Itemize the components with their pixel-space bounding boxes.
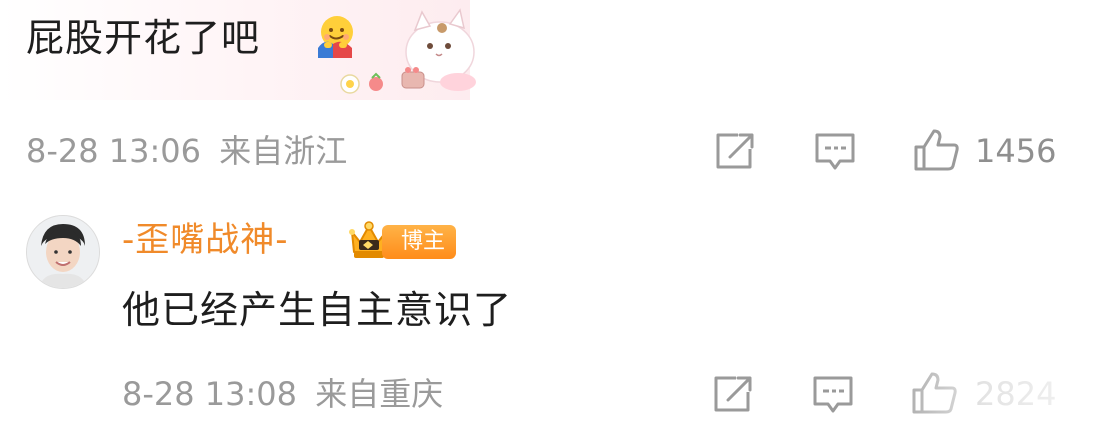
reply-time-location: 8-28 13:08 来自重庆 [122,374,443,414]
comment-time: 8-28 13:06 [26,132,202,170]
comment-icon[interactable] [812,131,858,171]
comment-icon[interactable] [810,374,856,414]
blogger-badge: 博主 [382,225,456,259]
share-icon[interactable] [710,374,754,414]
white-cat-sticker [340,8,476,94]
reply-location: 来自重庆 [315,375,444,413]
username[interactable]: -歪嘴战神- [122,216,289,264]
avatar-image [27,216,99,288]
thumbs-up-icon[interactable] [910,370,960,416]
comment-text: 屁股开花了吧 [26,16,261,60]
comment-meta-row: 8-28 13:06 来自浙江 1456 [0,129,1106,171]
reply-meta-row: 8-28 13:08 来自重庆 2824 [0,372,1106,414]
thumbs-up-icon[interactable] [912,127,962,173]
like-count: 2824 [975,375,1057,413]
avatar[interactable] [26,215,100,289]
comment-time-location: 8-28 13:06 来自浙江 [26,131,347,171]
reply-time: 8-28 13:08 [122,375,298,413]
like-count: 1456 [975,132,1057,170]
share-icon[interactable] [712,131,756,171]
reply-text: 他已经产生自主意识了 [122,288,513,332]
comment-location: 来自浙江 [219,132,348,170]
